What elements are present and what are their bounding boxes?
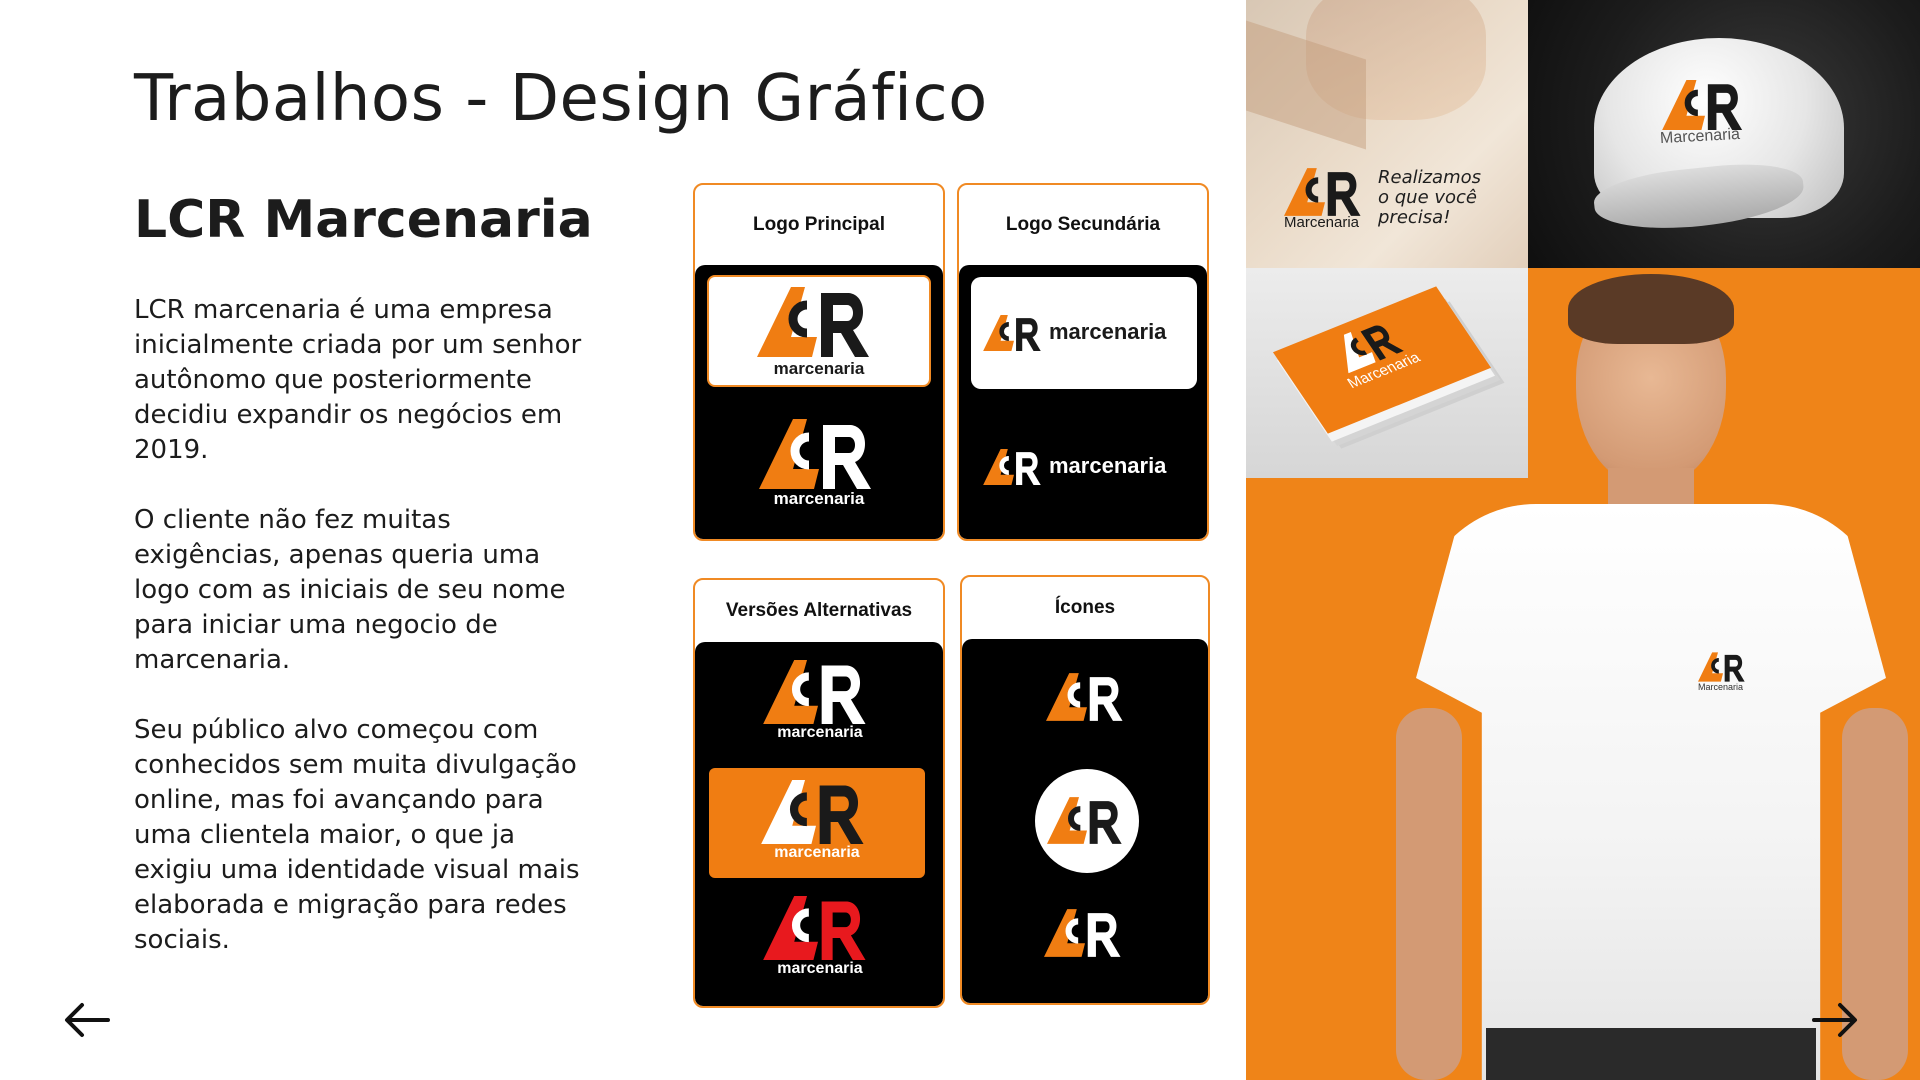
card-body: marcenaria marcenaria: [959, 265, 1207, 539]
model-pants: [1486, 1028, 1816, 1080]
wordmark: marcenaria: [777, 724, 863, 741]
project-title: LCR Marcenaria: [134, 190, 593, 250]
model-arm-left: [1396, 708, 1462, 1080]
description-paragraph: O cliente não fez muitas exigências, ape…: [134, 505, 566, 675]
mockup-business-card: Marcenaria: [1246, 268, 1528, 478]
card-body: marcenaria marcenaria: [695, 265, 943, 539]
lcr-logo-icon: [761, 780, 871, 844]
wordmark: marcenaria: [777, 960, 863, 977]
business-card: Marcenaria: [1272, 286, 1492, 434]
logo-secondary-dark: marcenaria: [971, 407, 1197, 519]
project-description: LCR marcenaria é uma empresa inicialment…: [134, 293, 594, 993]
card-primary-logo: Logo Principal marcenaria marcenaria: [693, 183, 945, 541]
lcr-icon-orange-white: [1046, 673, 1128, 721]
wordmark: marcenaria: [773, 489, 865, 508]
wordmark: marcenaria: [1049, 453, 1167, 478]
mockup-woodwork: Marcenaria Realizamos o que você precisa…: [1246, 0, 1528, 268]
lcr-logo-icon: [763, 660, 873, 724]
logo-alt-red: marcenaria: [707, 890, 933, 986]
logo-alt-dark: marcenaria: [707, 654, 933, 750]
card-secondary-logo: Logo Secundária marcenaria marcenaria: [957, 183, 1209, 541]
wordmark: marcenaria: [774, 844, 860, 861]
card-title: Logo Principal: [753, 214, 885, 235]
model-hair: [1568, 274, 1734, 344]
wordmark: Marcenaria: [1284, 214, 1360, 231]
wordmark: marcenaria: [773, 359, 865, 378]
lcr-logo-icon: [983, 449, 1045, 485]
lcr-logo-icon: [1047, 797, 1127, 844]
lcr-icon-circle: [1035, 769, 1139, 873]
lcr-logo-icon: [757, 287, 877, 357]
description-paragraph: LCR marcenaria é uma empresa inicialment…: [134, 295, 582, 465]
mockup-cap: Marcenaria: [1528, 0, 1920, 268]
logo-secondary-light: marcenaria: [971, 277, 1197, 389]
lcr-logo-icon: [1284, 168, 1366, 216]
logo-primary-dark: marcenaria: [707, 405, 931, 517]
card-icons: Ícones: [960, 575, 1210, 1005]
card-title: Ícones: [1054, 597, 1116, 618]
lcr-icon-orange-white: [1044, 909, 1126, 957]
arrow-left-icon[interactable]: [62, 1000, 112, 1040]
page-title: Trabalhos - Design Gráfico: [134, 62, 988, 136]
tshirt: [1416, 504, 1886, 1080]
arrow-right-icon[interactable]: [1810, 1000, 1860, 1040]
tagline-line: precisa!: [1378, 207, 1451, 228]
wordmark: Marcenaria: [1698, 682, 1744, 692]
lcr-logo-icon: [759, 419, 879, 489]
lcr-logo-icon: [1698, 652, 1748, 682]
card-alternative-versions: Versões Alternativas marcenaria marcenar…: [693, 578, 945, 1008]
logo-primary-light: marcenaria: [707, 275, 931, 387]
tagline-line: Realizamos: [1378, 167, 1482, 188]
lcr-logo-icon: [763, 896, 873, 960]
card-title: Logo Secundária: [1005, 214, 1161, 235]
logo-alt-orange: marcenaria: [709, 768, 925, 878]
description-paragraph: Seu público alvo começou com conhecidos …: [134, 715, 580, 955]
lcr-logo-icon: [983, 315, 1045, 351]
card-body: marcenaria marcenaria marcenaria: [695, 642, 943, 1006]
wordmark: marcenaria: [1049, 319, 1167, 344]
card-title: Versões Alternativas: [725, 600, 913, 621]
tagline: Realizamos o que você precisa!: [1378, 168, 1481, 228]
tagline-line: o que você: [1378, 187, 1477, 208]
lcr-logo-icon: [1662, 80, 1748, 130]
card-body: [962, 639, 1208, 1003]
